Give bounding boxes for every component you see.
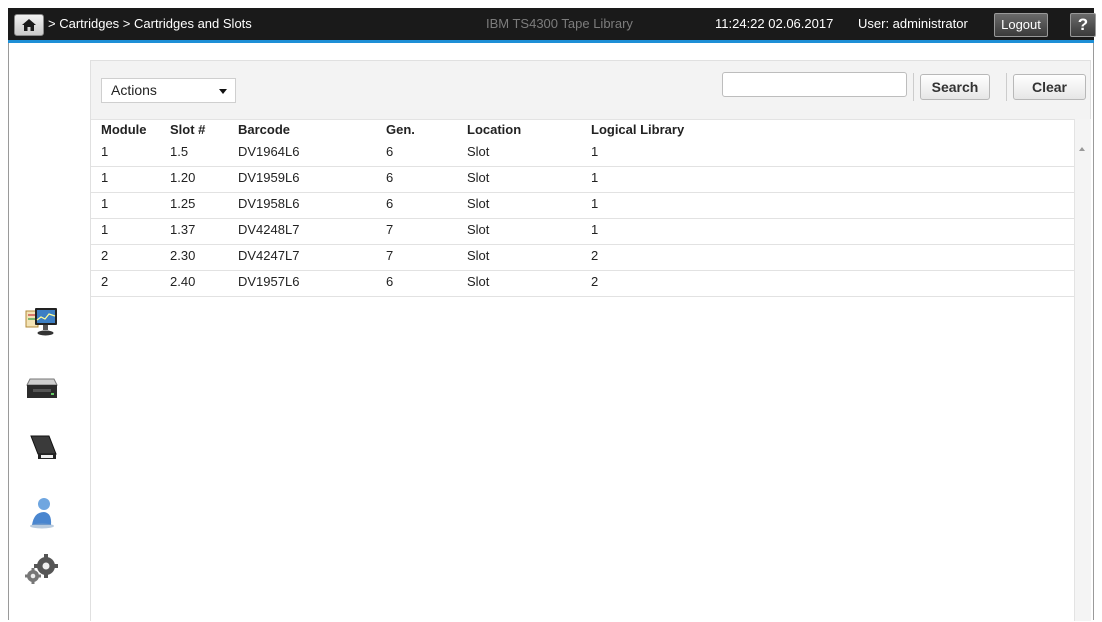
cell-location: Slot: [467, 196, 490, 211]
logout-button[interactable]: Logout: [994, 13, 1048, 37]
user-icon[interactable]: [24, 495, 60, 531]
actions-dropdown[interactable]: Actions: [101, 78, 236, 103]
cell-logical-library: 1: [591, 196, 599, 211]
breadcrumb-cartridges-and-slots: > Cartridges and Slots: [122, 16, 252, 31]
cell-module: 1: [101, 144, 109, 159]
cartridge-icon[interactable]: [24, 430, 60, 466]
cell-logical-library: 2: [591, 274, 599, 289]
search-button[interactable]: Search: [920, 74, 990, 100]
cell-generation: 7: [386, 248, 394, 263]
cell-generation: 6: [386, 170, 394, 185]
chevron-down-icon: [219, 89, 227, 94]
cell-barcode: DV1958L6: [238, 196, 300, 211]
cell-barcode: DV1957L6: [238, 274, 300, 289]
table-header: Module Slot # Barcode Gen. Location Logi…: [91, 120, 1074, 140]
cell-logical-library: 1: [591, 144, 599, 159]
left-frame-border: [8, 43, 9, 620]
table-scrollbar[interactable]: [1074, 119, 1091, 621]
cartridges-panel: Actions Search Clear Module Slot # Barco…: [90, 60, 1091, 622]
actions-label: Actions: [111, 82, 157, 98]
table-row[interactable]: 1 1.25 DV1958L6 6 Slot 1: [91, 192, 1074, 219]
settings-gears-icon[interactable]: [24, 553, 60, 589]
cell-slot: 1.37: [170, 222, 196, 237]
cell-barcode: DV1964L6: [238, 144, 300, 159]
table-row[interactable]: 2 2.40 DV1957L6 6 Slot 2: [91, 270, 1074, 297]
cell-logical-library: 2: [591, 248, 599, 263]
search-input[interactable]: [722, 72, 907, 97]
cell-module: 1: [101, 222, 109, 237]
cell-barcode: DV4248L7: [238, 222, 300, 237]
cell-location: Slot: [467, 144, 490, 159]
cell-slot: 2.30: [170, 248, 196, 263]
column-header-generation[interactable]: Gen.: [386, 122, 415, 137]
cell-location: Slot: [467, 248, 490, 263]
current-user: User: administrator: [858, 16, 968, 31]
home-icon: [22, 19, 36, 31]
cell-generation: 6: [386, 196, 394, 211]
cell-barcode: DV1959L6: [238, 170, 300, 185]
toolbar: Actions Search Clear: [91, 61, 1090, 119]
cell-module: 2: [101, 274, 109, 289]
table-row[interactable]: 2 2.30 DV4247L7 7 Slot 2: [91, 244, 1074, 271]
breadcrumb: > Cartridges > Cartridges and Slots: [48, 8, 252, 40]
toolbar-divider: [913, 73, 914, 101]
cell-module: 1: [101, 170, 109, 185]
cell-location: Slot: [467, 170, 490, 185]
cell-generation: 6: [386, 144, 394, 159]
column-header-barcode[interactable]: Barcode: [238, 122, 290, 137]
cell-slot: 1.20: [170, 170, 196, 185]
monitoring-icon[interactable]: [24, 305, 60, 341]
toolbar-divider: [1006, 73, 1007, 101]
right-frame-border: [1093, 43, 1094, 620]
cell-logical-library: 1: [591, 170, 599, 185]
cell-location: Slot: [467, 222, 490, 237]
cell-slot: 1.5: [170, 144, 189, 159]
column-header-location[interactable]: Location: [467, 122, 521, 137]
cell-location: Slot: [467, 274, 490, 289]
cell-barcode: DV4247L7: [238, 248, 300, 263]
table-row[interactable]: 1 1.37 DV4248L7 7 Slot 1: [91, 218, 1074, 245]
clear-button[interactable]: Clear: [1013, 74, 1086, 100]
cell-generation: 6: [386, 274, 394, 289]
tape-drive-icon[interactable]: [24, 369, 60, 405]
table-row[interactable]: 1 1.20 DV1959L6 6 Slot 1: [91, 166, 1074, 193]
column-header-logical-library[interactable]: Logical Library: [591, 122, 684, 137]
cell-logical-library: 1: [591, 222, 599, 237]
cell-slot: 1.25: [170, 196, 196, 211]
column-header-slot[interactable]: Slot #: [170, 122, 205, 137]
cell-module: 2: [101, 248, 109, 263]
top-bar: > Cartridges > Cartridges and Slots IBM …: [8, 8, 1096, 43]
cell-module: 1: [101, 196, 109, 211]
help-button[interactable]: ?: [1070, 13, 1096, 37]
table-row[interactable]: 1 1.5 DV1964L6 6 Slot 1: [91, 140, 1074, 167]
date-time: 11:24:22 02.06.2017: [715, 16, 834, 31]
breadcrumb-cartridges[interactable]: > Cartridges: [48, 16, 119, 31]
home-button[interactable]: [14, 14, 44, 36]
cell-generation: 7: [386, 222, 394, 237]
app-title: IBM TS4300 Tape Library: [486, 16, 633, 31]
cartridges-table: Module Slot # Barcode Gen. Location Logi…: [91, 119, 1074, 622]
column-header-module[interactable]: Module: [101, 122, 147, 137]
cell-slot: 2.40: [170, 274, 196, 289]
scroll-up-arrow-icon[interactable]: [1079, 147, 1085, 151]
